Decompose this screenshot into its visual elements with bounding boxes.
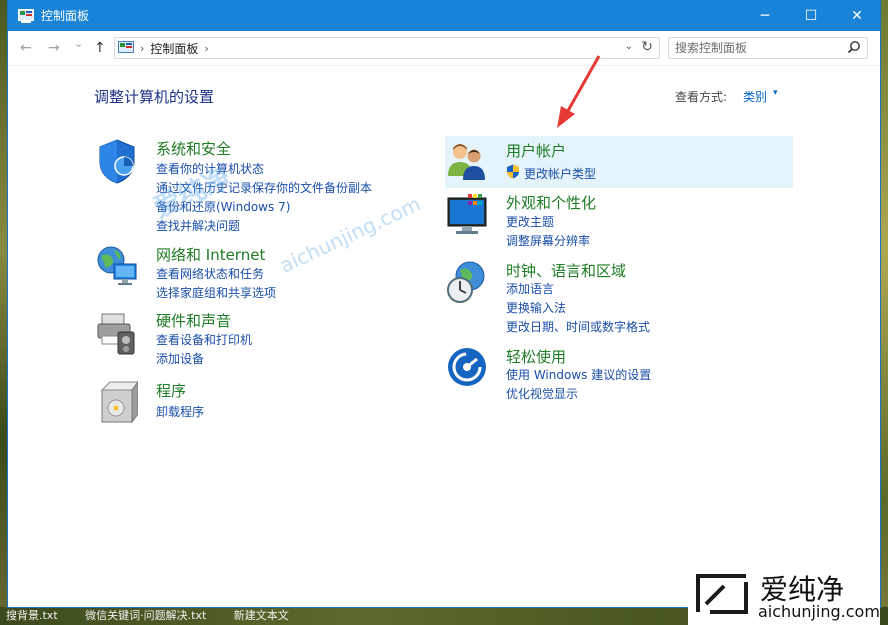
control-panel-window: 控制面板 ─ ☐ ✕ ← → ⌄ ↑ › 控制面板 › ⌄ ↻ 搜索控制面板 调…: [8, 0, 880, 607]
add-language-link[interactable]: 添加语言: [506, 280, 554, 297]
uac-shield-icon: [507, 164, 519, 179]
desktop-file-1[interactable]: 搜背景.txt: [6, 609, 58, 622]
maximize-button[interactable]: ☐: [788, 0, 834, 31]
search-icon[interactable]: [847, 40, 861, 54]
address-bar: ← → ⌄ ↑ › 控制面板 › ⌄ ↻ 搜索控制面板: [8, 31, 880, 66]
shield-icon: [99, 139, 135, 184]
programs-box-icon: [100, 381, 138, 424]
desktop-file-3[interactable]: 新建文本文: [234, 609, 289, 622]
site-logo-url: aichunjing.com: [758, 602, 880, 621]
category-network-internet: 网络和 Internet 查看网络状态和任务 选择家庭组和共享选项: [96, 244, 416, 304]
refresh-icon[interactable]: ↻: [641, 39, 653, 55]
ease-of-access-icon: [448, 348, 486, 386]
search-placeholder: 搜索控制面板: [675, 41, 748, 55]
address-dropdown-icon[interactable]: ⌄: [625, 41, 633, 52]
title-bar[interactable]: 控制面板 ─ ☐ ✕: [8, 0, 880, 31]
ease-of-access-title[interactable]: 轻松使用: [506, 346, 566, 367]
add-device-link[interactable]: 添加设备: [156, 350, 204, 367]
annotation-arrow-icon: [557, 55, 601, 128]
desktop-file-2[interactable]: 微信关键词·问题解决.txt: [85, 609, 206, 622]
hardware-sound-title[interactable]: 硬件和声音: [156, 310, 231, 331]
back-arrow-icon[interactable]: ←: [20, 40, 32, 56]
window-controls: ─ ☐ ✕: [742, 0, 880, 31]
clock-language-region-title[interactable]: 时钟、语言和区域: [506, 260, 626, 281]
site-logo: 爱纯净 aichunjing.com: [688, 566, 880, 625]
category-ease-of-access: 轻松使用 使用 Windows 建议的设置 优化视觉显示: [446, 346, 786, 406]
category-user-accounts: 用户帐户 更改帐户类型: [446, 140, 786, 186]
printer-icon: [97, 313, 135, 355]
users-icon: [448, 144, 485, 180]
view-by-chevron-icon[interactable]: ▾: [773, 88, 778, 98]
monitor-personalization-icon: [447, 194, 487, 234]
up-arrow-icon[interactable]: ↑: [94, 40, 106, 56]
close-button[interactable]: ✕: [834, 0, 880, 31]
adjust-resolution-link[interactable]: 调整屏幕分辨率: [506, 232, 590, 249]
uninstall-program-link[interactable]: 卸载程序: [156, 403, 204, 420]
path-separator-icon[interactable]: ›: [140, 42, 144, 55]
control-panel-small-icon: [118, 41, 134, 53]
change-account-type-link[interactable]: 更改帐户类型: [524, 165, 596, 182]
change-theme-link[interactable]: 更改主题: [506, 213, 554, 230]
page-title: 调整计算机的设置: [94, 88, 215, 106]
category-clock-language-region: 时钟、语言和区域 添加语言 更换输入法 更改日期、时间或数字格式: [446, 260, 786, 338]
category-programs: 程序 卸载程序: [96, 380, 416, 430]
change-input-method-link[interactable]: 更换输入法: [506, 299, 566, 316]
view-by-label: 查看方式:: [675, 90, 728, 104]
breadcrumb-control-panel[interactable]: 控制面板: [150, 40, 198, 57]
windows-recommended-settings-link[interactable]: 使用 Windows 建议的设置: [506, 366, 651, 383]
network-internet-title[interactable]: 网络和 Internet: [156, 244, 265, 265]
network-status-link[interactable]: 查看网络状态和任务: [156, 265, 264, 282]
desktop-background-left: [0, 0, 8, 625]
desktop-background-right: [880, 0, 888, 625]
recent-locations-chevron-icon[interactable]: ⌄: [74, 37, 83, 50]
site-logo-mark-icon: [696, 574, 748, 614]
content-area: 调整计算机的设置 查看方式: 类别 ▾ 系统和安全 查看你的计算机状态 通过文件…: [8, 55, 880, 607]
programs-title[interactable]: 程序: [156, 380, 186, 401]
control-panel-icon: [18, 8, 34, 23]
view-by-dropdown[interactable]: 类别: [743, 88, 767, 105]
devices-printers-link[interactable]: 查看设备和打印机: [156, 331, 252, 348]
category-appearance-personalization: 外观和个性化 更改主题 调整屏幕分辨率: [446, 192, 786, 252]
change-date-time-format-link[interactable]: 更改日期、时间或数字格式: [506, 318, 650, 335]
window-title: 控制面板: [41, 9, 90, 23]
appearance-personalization-title[interactable]: 外观和个性化: [506, 192, 596, 213]
homegroup-sharing-link[interactable]: 选择家庭组和共享选项: [156, 284, 276, 301]
forward-arrow-icon[interactable]: →: [48, 40, 60, 56]
minimize-button[interactable]: ─: [742, 0, 788, 31]
network-globe-icon: [97, 246, 137, 285]
category-hardware-sound: 硬件和声音 查看设备和打印机 添加设备: [96, 310, 416, 370]
path-separator-icon[interactable]: ›: [204, 42, 208, 55]
search-input[interactable]: 搜索控制面板: [668, 37, 868, 59]
user-accounts-title[interactable]: 用户帐户: [506, 140, 566, 161]
optimize-visual-display-link[interactable]: 优化视觉显示: [506, 385, 578, 402]
clock-globe-icon: [447, 261, 485, 303]
